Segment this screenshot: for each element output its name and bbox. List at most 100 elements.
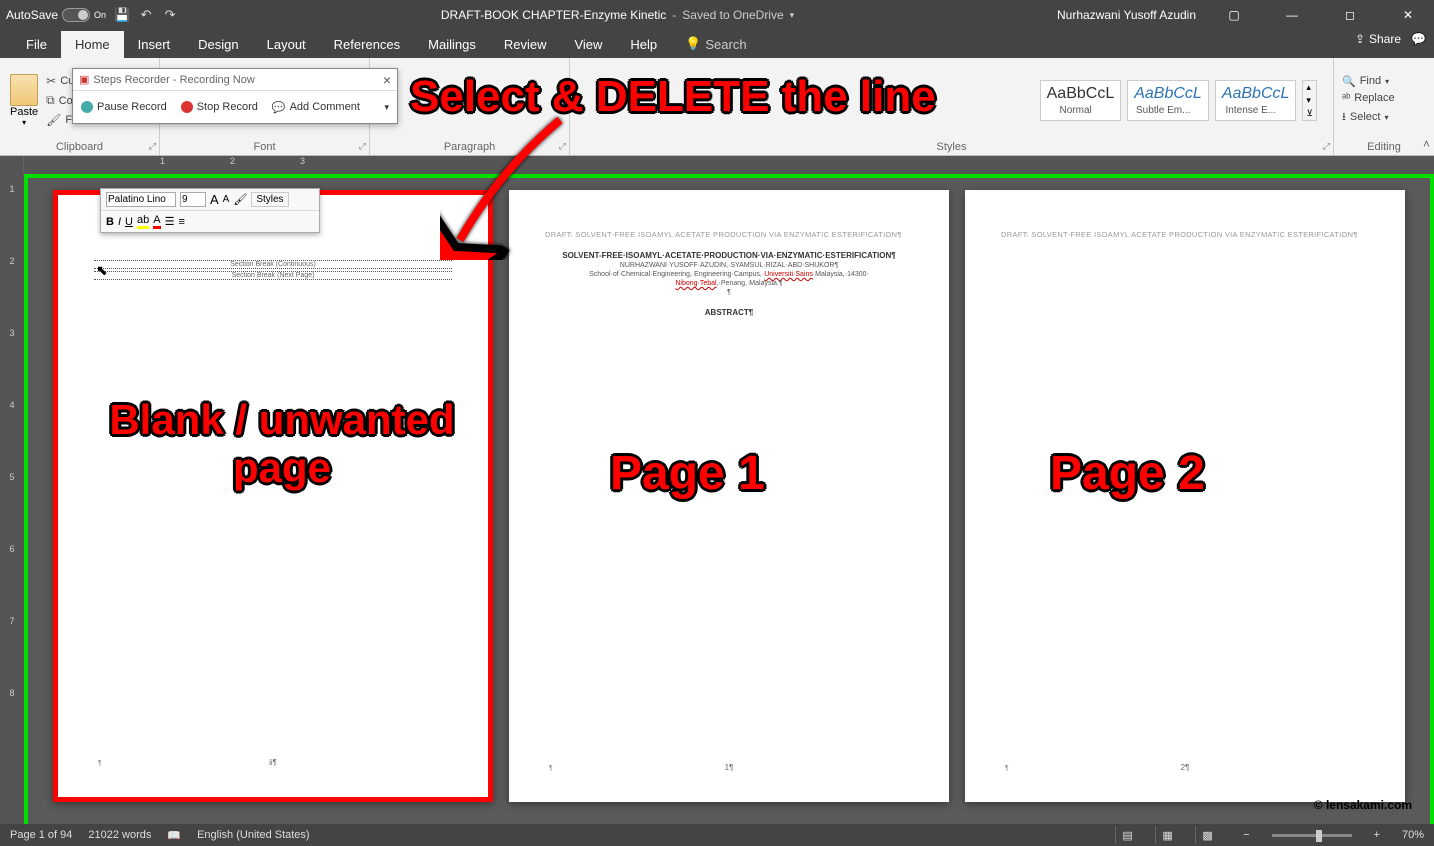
- zoom-out-icon[interactable]: −: [1243, 829, 1249, 841]
- recorder-app-icon: ▣: [79, 73, 89, 86]
- font-color-icon[interactable]: A: [153, 214, 160, 229]
- share-icon: ⇪: [1355, 32, 1365, 46]
- abstract-heading: ABSTRACT¶: [545, 308, 913, 317]
- tab-insert[interactable]: Insert: [124, 31, 185, 58]
- collapse-ribbon-icon[interactable]: ˄: [1423, 137, 1430, 151]
- word-count[interactable]: 21022 words: [88, 829, 151, 841]
- style-subtle-emphasis[interactable]: AaBbCcLSubtle Em...: [1127, 80, 1209, 121]
- recorder-menu-icon[interactable]: ▾: [384, 102, 389, 113]
- minimize-icon[interactable]: —: [1272, 0, 1312, 30]
- tab-design[interactable]: Design: [184, 31, 252, 58]
- close-icon[interactable]: ✕: [1388, 0, 1428, 30]
- clipboard-icon: [10, 74, 38, 106]
- comment-icon: 💬: [272, 101, 286, 114]
- page-indicator[interactable]: Page 1 of 94: [10, 829, 72, 841]
- tab-file[interactable]: File: [12, 31, 61, 58]
- comments-button[interactable]: 💬: [1411, 32, 1426, 46]
- pages-viewport[interactable]: ECTION VIA ENZYMATIC Section Break (Cont…: [24, 174, 1434, 834]
- maximize-icon[interactable]: ◻: [1330, 0, 1370, 30]
- status-bar: Page 1 of 94 21022 words 📖 English (Unit…: [0, 824, 1434, 846]
- section-break-continuous[interactable]: Section Break (Continuous): [94, 260, 452, 269]
- user-name[interactable]: Nurhazwani Yusoff Azudin: [1057, 8, 1196, 22]
- clipboard-launcher-icon[interactable]: ⤢: [149, 141, 156, 152]
- add-comment-button[interactable]: 💬Add Comment: [272, 101, 360, 114]
- styles-scroll-down-icon[interactable]: ▾: [1303, 94, 1316, 107]
- ribbon-tabs: File Home Insert Design Layout Reference…: [0, 30, 1434, 58]
- styles-scroll-up-icon[interactable]: ▴: [1303, 81, 1316, 94]
- mini-toolbar[interactable]: A A 🖌 Styles B I U ab A ☰ ≡: [100, 188, 320, 233]
- read-mode-icon[interactable]: ▤: [1115, 826, 1139, 844]
- bold-icon[interactable]: B: [106, 216, 114, 228]
- tab-mailings[interactable]: Mailings: [414, 31, 490, 58]
- zoom-level[interactable]: 70%: [1402, 829, 1424, 841]
- styles-group-label: Styles: [576, 139, 1327, 155]
- doc-authors: NURHAZWANI·YUSOFF·AZUDIN,·SYAMSUL·RIZAL·…: [545, 262, 913, 269]
- highlight-icon[interactable]: ab: [137, 214, 149, 229]
- search-icon: 🔍: [1342, 75, 1356, 88]
- select-button[interactable]: ⭳Select▾: [1340, 107, 1397, 128]
- redo-icon[interactable]: ↷: [162, 7, 178, 23]
- mini-styles-button[interactable]: Styles: [251, 192, 288, 207]
- tab-help[interactable]: Help: [616, 31, 671, 58]
- styles-launcher-icon[interactable]: ⤢: [1323, 141, 1330, 152]
- page-number-1: 1¶: [725, 763, 734, 772]
- stop-icon: [181, 101, 193, 113]
- save-status[interactable]: Saved to OneDrive: [682, 8, 783, 22]
- web-layout-icon[interactable]: ▩: [1195, 826, 1219, 844]
- mouse-cursor-icon: ⬉: [96, 262, 108, 279]
- page-header: DRAFT: SOLVENT-FREE ISOAMYL ACETATE PROD…: [545, 230, 913, 239]
- share-button[interactable]: ⇪Share: [1355, 32, 1401, 46]
- replace-button[interactable]: ᵃᵇReplace: [1340, 91, 1397, 105]
- cursor-icon: ⭳: [1342, 108, 1346, 127]
- ribbon-options-icon[interactable]: ▢: [1214, 0, 1254, 30]
- tab-review[interactable]: Review: [490, 31, 561, 58]
- language-indicator[interactable]: English (United States): [197, 829, 310, 841]
- pause-record-button[interactable]: Pause Record: [81, 101, 167, 113]
- tell-me-search[interactable]: 💡Search: [671, 30, 760, 58]
- autosave-toggle[interactable]: AutoSave On: [6, 8, 106, 22]
- numbering-icon[interactable]: ≡: [178, 216, 184, 228]
- mini-font-name[interactable]: [106, 192, 176, 207]
- scissors-icon: ✂: [46, 74, 56, 88]
- paragraph-launcher-icon[interactable]: ⤢: [559, 141, 566, 152]
- tab-layout[interactable]: Layout: [253, 31, 320, 58]
- tab-home[interactable]: Home: [61, 31, 124, 58]
- bullets-icon[interactable]: ☰: [165, 215, 175, 228]
- italic-icon[interactable]: I: [118, 216, 121, 228]
- document-area: 1 2 3 4 5 6 7 8 ECTION VIA ENZYMATIC Sec…: [0, 174, 1434, 834]
- paste-button[interactable]: Paste ▾: [6, 65, 42, 137]
- styles-more-icon[interactable]: ⊻: [1303, 107, 1316, 120]
- horizontal-ruler[interactable]: 1 2 3: [0, 156, 1434, 174]
- stop-record-button[interactable]: Stop Record: [181, 101, 258, 113]
- section-break-next-page[interactable]: Section Break (Next Page): [94, 271, 452, 280]
- underline-icon[interactable]: U: [125, 216, 133, 228]
- page-blank[interactable]: ECTION VIA ENZYMATIC Section Break (Cont…: [53, 190, 493, 802]
- steps-recorder-window[interactable]: ▣ Steps Recorder - Recording Now × Pause…: [72, 68, 398, 124]
- style-normal[interactable]: AaBbCcLNormal: [1040, 80, 1122, 121]
- tab-view[interactable]: View: [560, 31, 616, 58]
- format-painter-icon[interactable]: 🖌: [233, 193, 247, 206]
- watermark: © lensakami.com: [1314, 798, 1412, 812]
- find-button[interactable]: 🔍Find▾: [1340, 74, 1397, 89]
- grow-font-icon[interactable]: A: [210, 192, 219, 207]
- spell-check-icon[interactable]: 📖: [167, 829, 181, 842]
- shrink-font-icon[interactable]: A: [223, 194, 230, 205]
- undo-icon[interactable]: ↶: [138, 7, 154, 23]
- style-intense-emphasis[interactable]: AaBbCcLIntense E...: [1215, 80, 1297, 121]
- recorder-close-icon[interactable]: ×: [383, 72, 391, 88]
- styles-gallery[interactable]: AaBbCcLNormal AaBbCcLSubtle Em... AaBbCc…: [1040, 80, 1317, 121]
- tab-references[interactable]: References: [320, 31, 414, 58]
- page-number-blank: ii¶: [269, 758, 277, 767]
- replace-icon: ᵃᵇ: [1342, 92, 1350, 104]
- save-icon[interactable]: 💾: [114, 7, 130, 23]
- page-1[interactable]: DRAFT: SOLVENT-FREE ISOAMYL ACETATE PROD…: [509, 190, 949, 802]
- font-launcher-icon[interactable]: ⤢: [359, 141, 366, 152]
- zoom-slider[interactable]: [1272, 834, 1352, 837]
- clipboard-group-label: Clipboard: [6, 139, 153, 155]
- page-2[interactable]: DRAFT: SOLVENT-FREE ISOAMYL ACETATE PROD…: [965, 190, 1405, 802]
- zoom-in-icon[interactable]: +: [1374, 829, 1380, 841]
- print-layout-icon[interactable]: ▦: [1155, 826, 1179, 844]
- doc-affiliation: School·of·Chemical·Engineering,·Engineer…: [545, 271, 913, 278]
- vertical-ruler[interactable]: 1 2 3 4 5 6 7 8: [0, 174, 24, 834]
- mini-font-size[interactable]: [180, 192, 206, 207]
